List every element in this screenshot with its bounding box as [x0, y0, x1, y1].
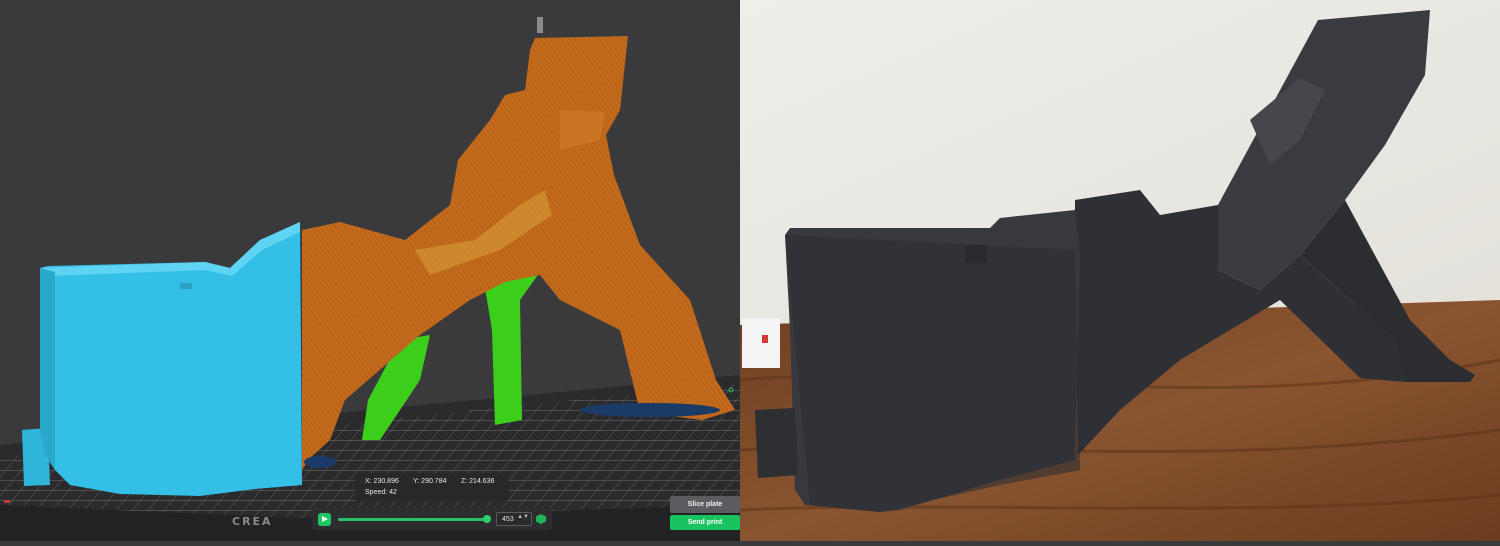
send-print-button[interactable]: Send print	[670, 515, 740, 530]
layer-playback-bar: 453 ▲▼	[312, 508, 552, 530]
slice-plate-button[interactable]: Slice plate	[670, 496, 740, 513]
layer-slider-track[interactable]	[338, 518, 488, 521]
layer-view-icon[interactable]	[536, 514, 546, 524]
speed-readout: Speed: 42	[365, 489, 397, 496]
coordinate-readout: X: 230.896 Y: 290.784 Z: 214.636 Speed: …	[355, 473, 509, 501]
slicer-viewport[interactable]: CREA	[0, 0, 740, 541]
layer-number-input[interactable]: 453 ▲▼	[496, 512, 532, 526]
coord-z: Z: 214.636	[461, 478, 495, 485]
printed-part-photo	[739, 0, 1500, 541]
photo-paper	[742, 318, 780, 368]
raft-left	[304, 456, 336, 468]
play-icon[interactable]	[318, 513, 331, 526]
coord-x: X: 230.896	[365, 478, 399, 485]
layer-number-value: 453	[502, 516, 514, 523]
bed-logo: CREA	[232, 515, 273, 528]
plate-warning-dot	[4, 500, 10, 503]
raft-right	[580, 403, 720, 417]
nozzle-indicator	[537, 17, 543, 33]
layer-slider-handle[interactable]	[483, 515, 491, 523]
layer-stepper-icon[interactable]: ▲▼	[517, 514, 529, 520]
coord-y: Y: 290.784	[413, 478, 447, 485]
scene-svg: CREA	[0, 0, 1500, 541]
composite-view: CREA X: 230.896 Y: 290.784 Z: 214.636 Sp…	[0, 0, 1500, 541]
